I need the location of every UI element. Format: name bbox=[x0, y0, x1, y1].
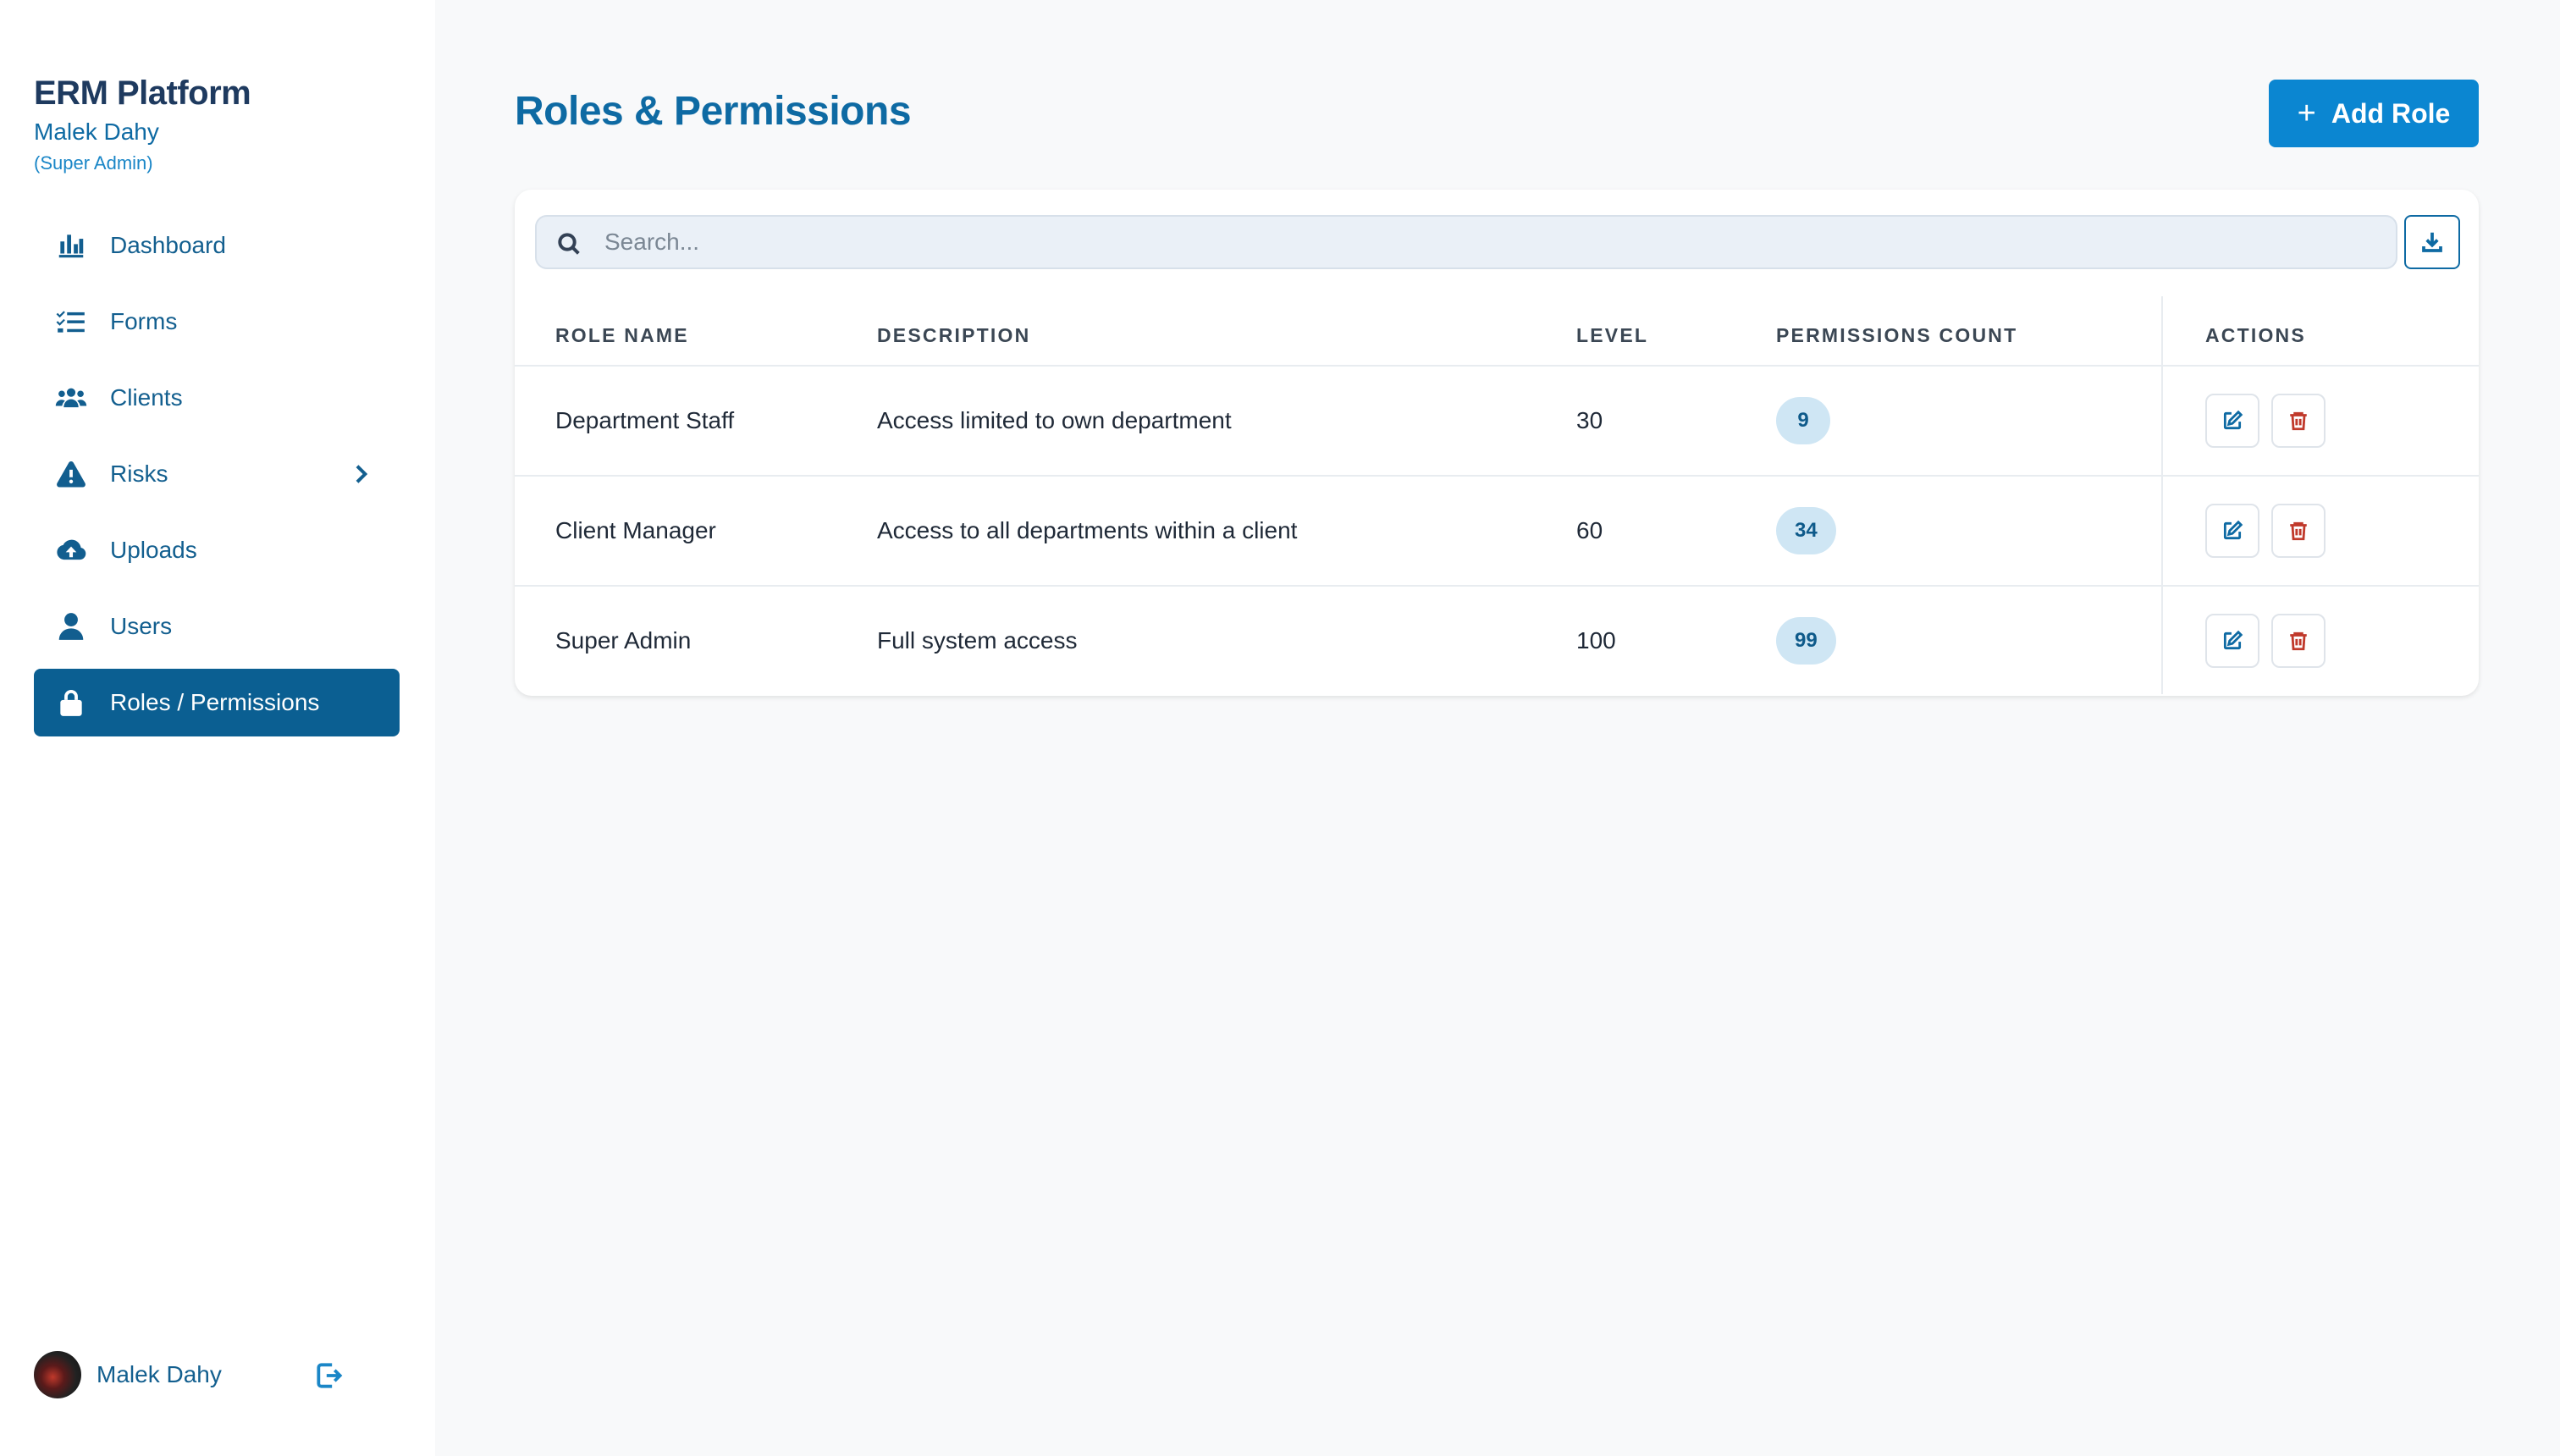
add-role-button[interactable]: + Add Role bbox=[2269, 80, 2479, 147]
sidebar-item-users[interactable]: Users bbox=[34, 593, 400, 660]
footer-user-name: Malek Dahy bbox=[97, 1361, 222, 1387]
trash-icon bbox=[2290, 631, 2307, 650]
sidebar-item-label: Forms bbox=[110, 308, 178, 334]
lock-icon bbox=[52, 684, 90, 721]
role-name-cell: Client Manager bbox=[515, 476, 877, 587]
role-name-cell: Super Admin bbox=[555, 626, 692, 654]
actions-cell bbox=[2161, 586, 2479, 694]
permissions-count-badge: 99 bbox=[1776, 616, 1836, 665]
table-row: Department Staff Access limited to own d… bbox=[515, 366, 2479, 477]
delete-button[interactable] bbox=[2271, 613, 2326, 668]
description-cell: Full system access bbox=[877, 626, 1078, 654]
sidebar-item-label: Roles / Permissions bbox=[110, 689, 320, 715]
sidebar-item-label: Risks bbox=[110, 461, 168, 487]
search-bar bbox=[535, 215, 2397, 269]
logout-icon[interactable] bbox=[313, 1359, 345, 1392]
delete-button[interactable] bbox=[2271, 504, 2326, 558]
table-row: Client Manager Access to all departments… bbox=[515, 476, 2479, 587]
search-icon bbox=[555, 230, 582, 257]
sidebar-item-label: Dashboard bbox=[110, 232, 226, 258]
sidebar-item-risks[interactable]: Risks bbox=[34, 440, 400, 508]
column-header-actions: ACTIONS bbox=[2161, 296, 2479, 367]
sidebar-item-label: Clients bbox=[110, 384, 183, 411]
permissions-count-badge: 9 bbox=[1776, 397, 1830, 444]
download-icon bbox=[2422, 232, 2442, 252]
trash-icon bbox=[2290, 521, 2307, 541]
table-header: ROLE NAME DESCRIPTION LEVEL PERMISSIONS … bbox=[515, 296, 2479, 367]
sidebar-item-clients[interactable]: Clients bbox=[34, 364, 400, 432]
export-button[interactable] bbox=[2404, 215, 2460, 269]
sidebar-item-label: Users bbox=[110, 613, 173, 639]
bar-chart-icon bbox=[52, 227, 90, 264]
users-group-icon bbox=[52, 379, 90, 416]
search-input[interactable] bbox=[604, 217, 2382, 267]
actions-cell bbox=[2161, 476, 2479, 587]
column-header-description[interactable]: DESCRIPTION bbox=[877, 296, 1576, 367]
edit-icon bbox=[2223, 520, 2243, 540]
description-cell: Access limited to own department bbox=[877, 366, 1576, 477]
edit-icon bbox=[2223, 630, 2243, 649]
sidebar: ERM Platform Malek Dahy (Super Admin) Da… bbox=[0, 0, 435, 1456]
cloud-upload-icon bbox=[52, 532, 90, 569]
delete-button[interactable] bbox=[2271, 394, 2326, 448]
level-cell: 60 bbox=[1576, 476, 1776, 587]
description-cell: Access to all departments within a clien… bbox=[877, 476, 1576, 587]
level-cell: 100 bbox=[1576, 626, 1616, 654]
avatar[interactable] bbox=[34, 1351, 81, 1398]
sidebar-item-label: Uploads bbox=[110, 537, 197, 563]
level-cell: 30 bbox=[1576, 366, 1776, 477]
column-header-permissions-count[interactable]: PERMISSIONS COUNT bbox=[1776, 296, 2162, 367]
column-header-level[interactable]: LEVEL bbox=[1576, 296, 1776, 367]
permissions-count-badge: 34 bbox=[1776, 507, 1836, 554]
sidebar-item-dashboard[interactable]: Dashboard bbox=[34, 212, 400, 279]
plus-icon: + bbox=[2297, 96, 2316, 131]
table-row: Super Admin Full system access 100 99 bbox=[515, 586, 2479, 694]
edit-icon bbox=[2223, 410, 2243, 430]
current-user-role: (Super Admin) bbox=[34, 152, 153, 174]
sidebar-footer: Malek Dahy bbox=[34, 1351, 356, 1398]
trash-icon bbox=[2290, 411, 2307, 431]
sidebar-item-forms[interactable]: Forms bbox=[34, 288, 400, 356]
checklist-icon bbox=[52, 303, 90, 340]
add-role-label: Add Role bbox=[2331, 97, 2451, 129]
role-name-cell: Department Staff bbox=[515, 366, 877, 477]
edit-button[interactable] bbox=[2205, 394, 2259, 448]
user-icon bbox=[52, 608, 90, 645]
sidebar-item-roles-permissions[interactable]: Roles / Permissions bbox=[34, 669, 400, 736]
warning-icon bbox=[52, 455, 90, 493]
actions-cell bbox=[2161, 366, 2479, 477]
chevron-right-icon[interactable] bbox=[347, 461, 374, 488]
edit-button[interactable] bbox=[2205, 504, 2259, 558]
column-header-role-name[interactable]: ROLE NAME bbox=[515, 296, 877, 367]
sidebar-item-uploads[interactable]: Uploads bbox=[34, 516, 400, 584]
sidebar-nav: Dashboard Forms Clients Risks Uploads Us… bbox=[34, 212, 400, 745]
current-user-name: Malek Dahy bbox=[34, 119, 159, 145]
edit-button[interactable] bbox=[2205, 613, 2259, 668]
brand-title: ERM Platform bbox=[34, 74, 251, 112]
roles-table: ROLE NAME DESCRIPTION LEVEL PERMISSIONS … bbox=[515, 296, 2479, 694]
roles-card: ROLE NAME DESCRIPTION LEVEL PERMISSIONS … bbox=[515, 190, 2479, 696]
page-title: Roles & Permissions bbox=[515, 89, 912, 134]
